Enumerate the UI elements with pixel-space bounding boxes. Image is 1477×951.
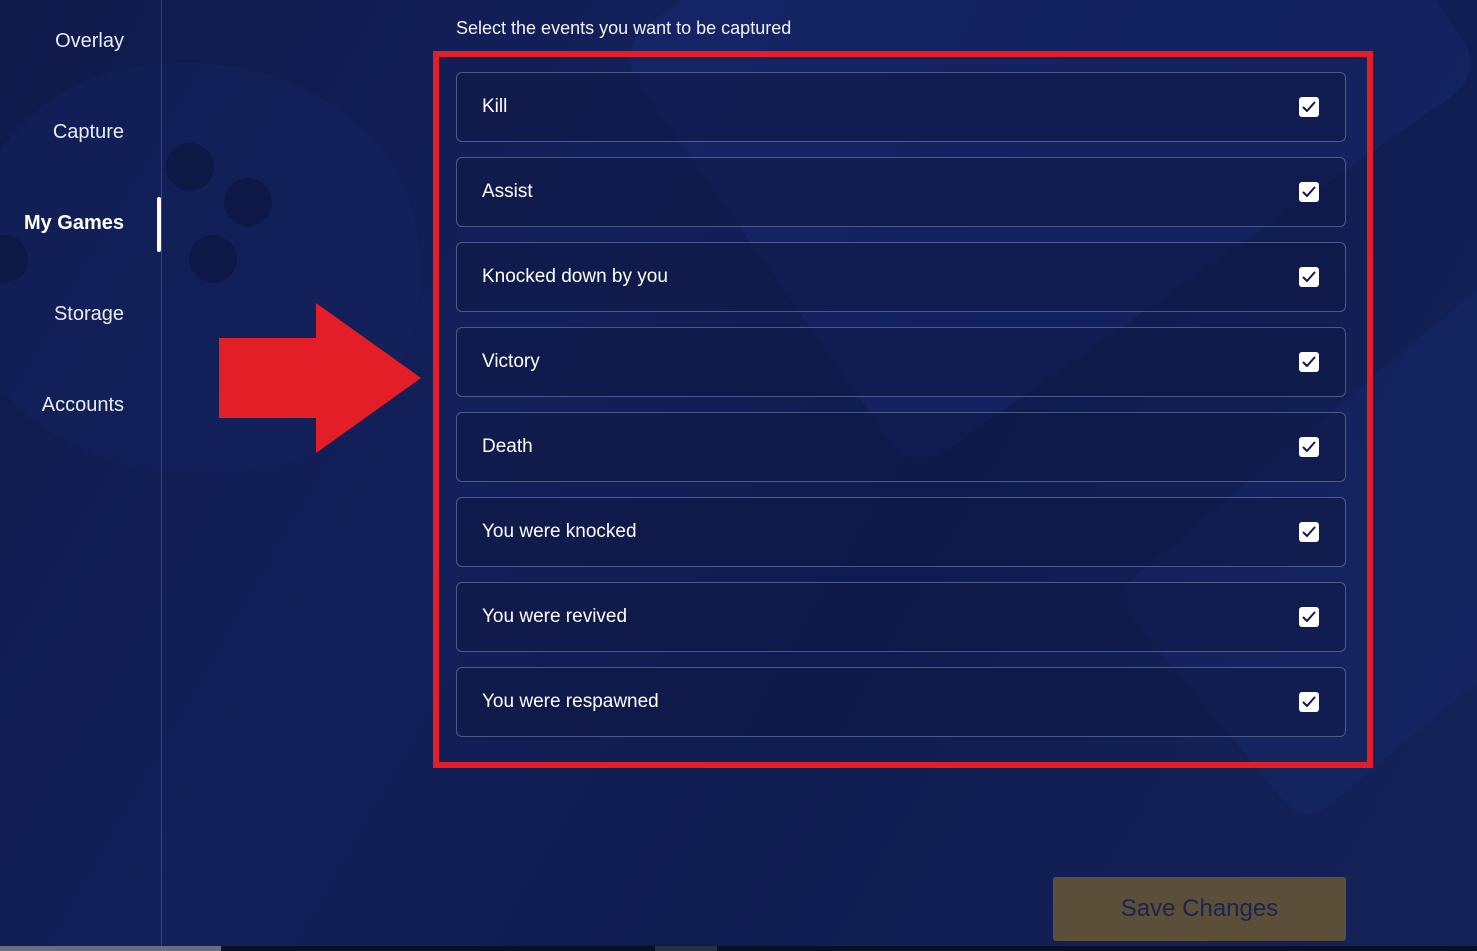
event-label: Kill [482,96,508,117]
event-row[interactable]: Victory [456,327,1346,397]
event-checkbox[interactable] [1299,692,1319,712]
background-decoration [166,143,214,191]
event-label: Knocked down by you [482,266,668,287]
event-label: You were revived [482,606,628,627]
checkmark-icon [1302,611,1316,622]
section-title: Select the events you want to be capture… [456,18,792,38]
save-changes-button[interactable]: Save Changes [1053,877,1346,941]
event-row[interactable]: You were respawned [456,667,1346,737]
background-decoration [224,178,272,226]
event-checkbox[interactable] [1299,267,1319,287]
bottom-scrollbar [0,946,1477,951]
event-row[interactable]: Kill [456,72,1346,142]
event-label: Victory [482,351,540,372]
sidebar: Overlay Capture My Games Storage Account… [0,0,162,951]
event-label: Death [482,436,533,457]
checkmark-icon [1302,356,1316,367]
scrollbar-thumb[interactable] [0,946,221,951]
checkmark-icon [1302,101,1316,112]
event-checkbox[interactable] [1299,607,1319,627]
event-checkbox[interactable] [1299,97,1319,117]
scrollbar-segment [655,946,717,951]
event-checkbox[interactable] [1299,352,1319,372]
arrow-right-icon [219,303,421,453]
sidebar-item-overlay[interactable]: Overlay [55,30,124,53]
event-checkbox[interactable] [1299,437,1319,457]
event-row[interactable]: Knocked down by you [456,242,1346,312]
event-row[interactable]: You were revived [456,582,1346,652]
checkmark-icon [1302,526,1316,537]
checkmark-icon [1302,186,1316,197]
sidebar-item-accounts[interactable]: Accounts [42,394,124,417]
background-decoration [189,235,237,283]
active-nav-indicator [157,197,161,252]
sidebar-item-my-games[interactable]: My Games [24,212,124,235]
checkmark-icon [1302,441,1316,452]
event-row[interactable]: Death [456,412,1346,482]
sidebar-item-storage[interactable]: Storage [54,303,124,326]
sidebar-item-capture[interactable]: Capture [53,121,124,144]
event-checkbox[interactable] [1299,182,1319,202]
checkmark-icon [1302,696,1316,707]
event-checkbox[interactable] [1299,522,1319,542]
event-label: You were knocked [482,521,637,542]
event-label: Assist [482,181,533,202]
event-label: You were respawned [482,691,659,712]
event-row[interactable]: You were knocked [456,497,1346,567]
event-row[interactable]: Assist [456,157,1346,227]
checkmark-icon [1302,271,1316,282]
